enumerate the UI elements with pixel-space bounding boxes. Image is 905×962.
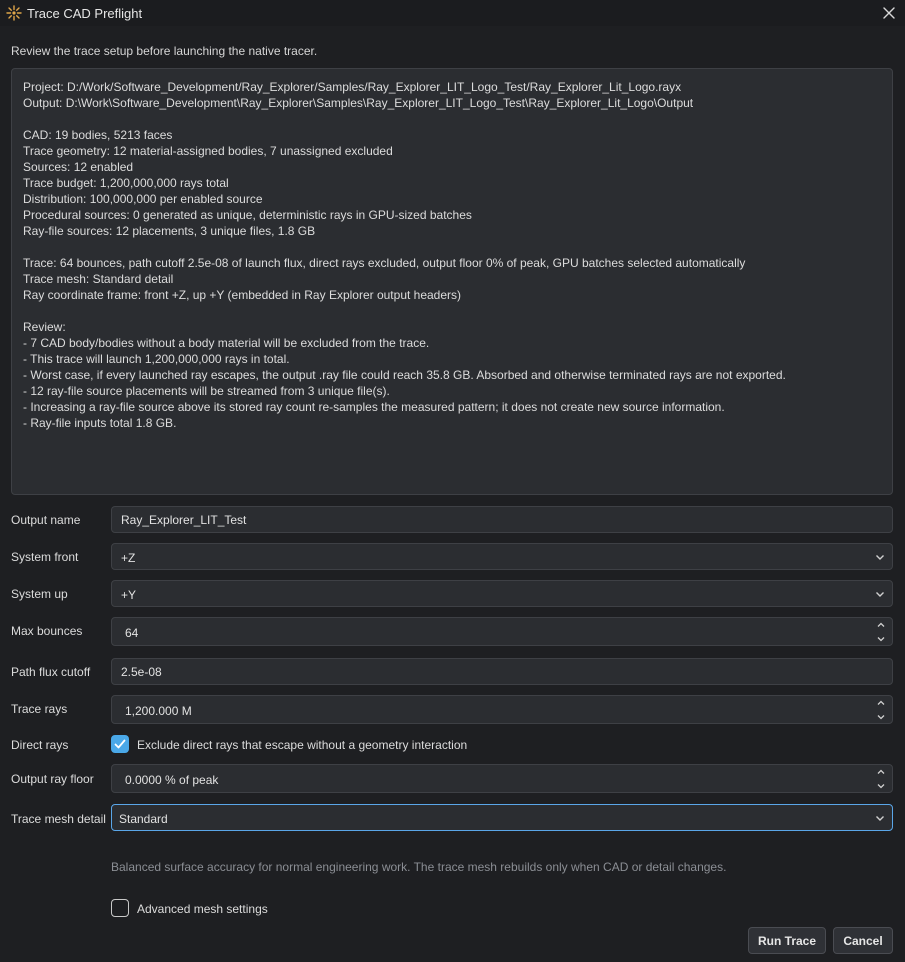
chevron-down-icon: [876, 592, 884, 597]
sun-icon: [6, 5, 22, 21]
chevron-up-icon[interactable]: [876, 699, 886, 707]
summary-line: Distribution: 100,000,000 per enabled so…: [23, 192, 263, 206]
summary-line: - Ray-file inputs total 1.8 GB.: [23, 416, 177, 430]
intro-text: Review the trace setup before launching …: [11, 44, 318, 58]
summary-line: - 7 CAD body/bodies without a body mater…: [23, 336, 430, 350]
chevron-down-icon[interactable]: [876, 782, 886, 790]
trace-mesh-detail-label: Trace mesh detail: [11, 812, 106, 826]
summary-line: - Increasing a ray-file source above its…: [23, 400, 725, 414]
output-ray-floor-label: Output ray floor: [11, 772, 94, 786]
trace-rays-label: Trace rays: [11, 702, 68, 716]
chevron-down-icon[interactable]: [876, 713, 886, 721]
summary-line: Output: D:\Work\Software_Development\Ray…: [23, 96, 694, 110]
output-ray-floor-spinbox[interactable]: 0.0000 % of peak: [111, 764, 893, 793]
output-ray-floor-value: 0.0000 % of peak: [125, 773, 219, 787]
system-up-value: +Y: [121, 588, 137, 602]
system-front-select[interactable]: +Z: [111, 543, 893, 570]
cancel-button[interactable]: Cancel: [833, 927, 893, 954]
chevron-up-icon[interactable]: [876, 621, 886, 629]
summary-line: CAD: 19 bodies, 5213 faces: [23, 128, 173, 142]
chevron-up-icon[interactable]: [876, 768, 886, 776]
summary-line: - This trace will launch 1,200,000,000 r…: [23, 352, 290, 366]
system-front-value: +Z: [121, 551, 136, 565]
summary-line: Trace budget: 1,200,000,000 rays total: [23, 176, 229, 190]
output-name-label: Output name: [11, 513, 81, 527]
output-name-input[interactable]: [111, 506, 893, 533]
path-flux-cutoff-label: Path flux cutoff: [11, 665, 91, 679]
summary-line: - 12 ray-file source placements will be …: [23, 384, 390, 398]
direct-rays-label: Direct rays: [11, 738, 69, 752]
advanced-mesh-label[interactable]: Advanced mesh settings: [137, 902, 268, 916]
window-title: Trace CAD Preflight: [27, 6, 143, 21]
summary-line: Trace mesh: Standard detail: [23, 272, 174, 286]
run-trace-button[interactable]: Run Trace: [748, 927, 826, 954]
summary-line: Trace geometry: 12 material-assigned bod…: [23, 144, 393, 158]
summary-line: Review:: [23, 320, 66, 334]
close-icon[interactable]: [879, 3, 899, 23]
summary-line: Procedural sources: 0 generated as uniqu…: [23, 208, 472, 222]
trace-mesh-detail-select[interactable]: Standard: [111, 804, 893, 831]
summary-line: Ray coordinate frame: front +Z, up +Y (e…: [23, 288, 462, 302]
path-flux-cutoff-input[interactable]: [111, 658, 893, 685]
chevron-down-icon[interactable]: [876, 635, 886, 643]
trace-rays-value: 1,200.000 M: [125, 704, 192, 718]
title-bar: Trace CAD Preflight: [0, 0, 905, 26]
max-bounces-label: Max bounces: [11, 624, 83, 638]
chevron-down-icon: [876, 555, 884, 560]
system-up-select[interactable]: +Y: [111, 580, 893, 607]
mesh-detail-hint: Balanced surface accuracy for normal eng…: [111, 860, 727, 874]
summary-line: Project: D:/Work/Software_Development/Ra…: [23, 80, 682, 94]
system-up-label: System up: [11, 587, 68, 601]
trace-mesh-detail-value: Standard: [119, 812, 168, 826]
summary-line: Trace: 64 bounces, path cutoff 2.5e-08 o…: [23, 256, 746, 270]
exclude-direct-rays-checkbox[interactable]: [111, 735, 129, 753]
summary-line: - Worst case, if every launched ray esca…: [23, 368, 786, 382]
max-bounces-spinbox[interactable]: 64: [111, 617, 893, 646]
checkmark-icon: [114, 739, 126, 749]
advanced-mesh-checkbox[interactable]: [111, 899, 129, 917]
summary-panel[interactable]: Project: D:/Work/Software_Development/Ra…: [11, 68, 893, 495]
trace-rays-spinbox[interactable]: 1,200.000 M: [111, 695, 893, 724]
max-bounces-value: 64: [125, 626, 139, 640]
exclude-direct-rays-label[interactable]: Exclude direct rays that escape without …: [137, 738, 467, 752]
system-front-label: System front: [11, 550, 79, 564]
summary-line: Ray-file sources: 12 placements, 3 uniqu…: [23, 224, 316, 238]
summary-line: Sources: 12 enabled: [23, 160, 134, 174]
chevron-down-icon: [876, 816, 884, 821]
